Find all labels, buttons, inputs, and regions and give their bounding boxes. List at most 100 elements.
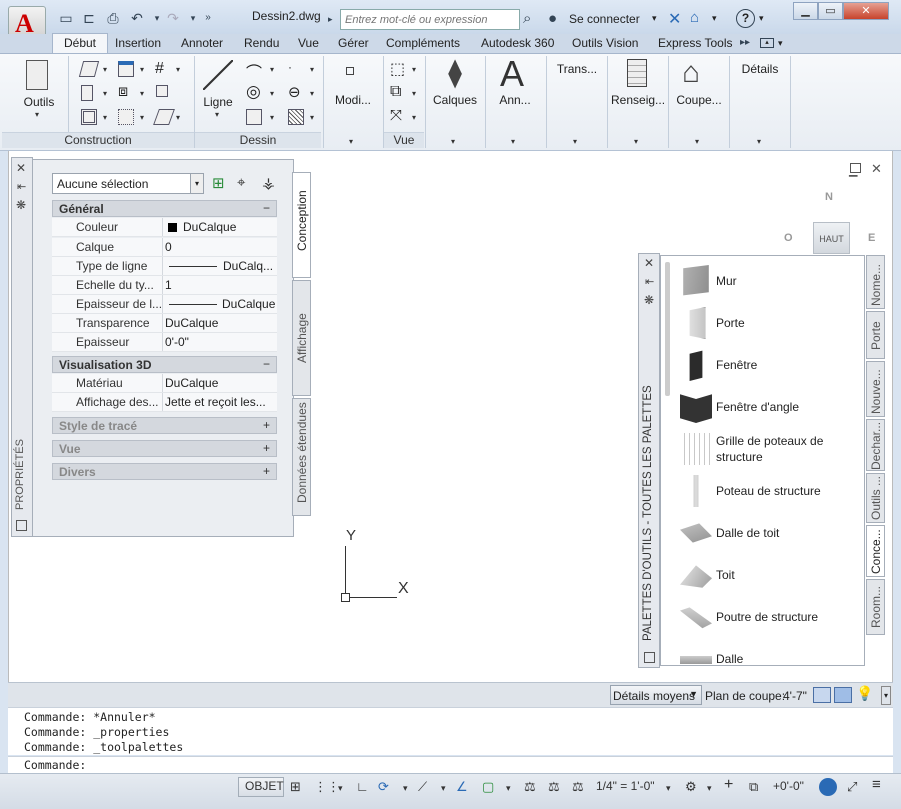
grid-tool-icon[interactable]: #: [155, 60, 164, 78]
tab-outils-vision[interactable]: Outils Vision: [572, 36, 638, 50]
undo-icon[interactable]: ↶: [128, 9, 146, 27]
light-bulb-icon[interactable]: 💡: [856, 685, 873, 702]
tool-dalle[interactable]: Dalle: [680, 648, 860, 664]
polar-tracking-icon[interactable]: ∠: [456, 779, 468, 795]
viewport-close-icon[interactable]: ✕: [871, 161, 882, 177]
door-tool-icon[interactable]: [81, 85, 93, 101]
property-row-calque[interactable]: Calque 0: [52, 238, 277, 257]
visual-style-dropdown-icon[interactable]: ▾: [412, 89, 416, 98]
annotation-visibility-icon[interactable]: [834, 687, 852, 703]
open-folder-icon[interactable]: ⊏: [80, 9, 98, 27]
search-input[interactable]: [340, 9, 520, 30]
clean-screen-icon[interactable]: ⤢: [847, 779, 857, 795]
autodesk-360-icon[interactable]: ⌂: [690, 9, 699, 26]
tab-debut[interactable]: Début: [52, 33, 108, 54]
tool-mur[interactable]: Mur: [680, 261, 860, 301]
point-dropdown-icon[interactable]: ▾: [310, 65, 314, 74]
hatch-dropdown-icon[interactable]: ▾: [310, 113, 314, 122]
user-icon[interactable]: ●: [548, 10, 557, 27]
section-dropdown-icon[interactable]: ▾: [695, 137, 699, 146]
layers-icon[interactable]: ⧫: [438, 56, 472, 89]
line-button[interactable]: Ligne: [198, 95, 238, 109]
annotation-icon[interactable]: A: [500, 53, 524, 95]
tab-conce[interactable]: Conce...: [866, 525, 885, 577]
ribbon-minimize-icon[interactable]: ▴: [760, 38, 774, 48]
tool-fenetre[interactable]: Fenêtre: [680, 345, 860, 385]
grid-display-icon[interactable]: ⊞: [290, 779, 301, 795]
outils-dropdown-icon[interactable]: ▾: [35, 110, 39, 119]
collapse-icon[interactable]: −: [263, 201, 270, 215]
search-expand-icon[interactable]: ▸: [328, 14, 333, 25]
tab-affichage[interactable]: Affichage: [292, 280, 311, 396]
panel-vue-label[interactable]: Vue: [384, 132, 424, 148]
close-window-button[interactable]: ✕: [843, 2, 889, 20]
rectangle-dropdown-icon[interactable]: ▾: [270, 113, 274, 122]
section-house-icon[interactable]: ⌂: [682, 56, 700, 90]
section-visualisation-3d[interactable]: Visualisation 3D −: [52, 356, 277, 373]
tool-palette-settings-icon[interactable]: ❋: [644, 293, 654, 307]
tab-conception[interactable]: Conception: [292, 172, 311, 278]
line-icon[interactable]: [203, 60, 233, 90]
circle-dropdown-icon[interactable]: ▾: [270, 89, 274, 98]
properties-close-icon[interactable]: ✕: [16, 161, 26, 175]
tool-dalle-toit[interactable]: Dalle de toit: [680, 513, 860, 553]
tab-outils[interactable]: Outils ...: [866, 473, 885, 523]
dynamic-input-icon[interactable]: ⟳: [378, 779, 389, 795]
polyline-icon[interactable]: ⌒: [246, 59, 262, 83]
tab-insertion[interactable]: Insertion: [115, 36, 161, 50]
view-dropdown-icon[interactable]: ▾: [412, 65, 416, 74]
modify-button[interactable]: Modi...: [330, 93, 376, 107]
property-row-couleur[interactable]: Couleur DuCalque: [52, 218, 277, 237]
more-quick-access-icon[interactable]: »: [199, 9, 217, 27]
command-input[interactable]: Commande:: [8, 756, 893, 773]
tool-palette-autohide-icon[interactable]: ⇤: [645, 275, 654, 288]
selection-dropdown-arrow-icon[interactable]: ▾: [190, 173, 204, 194]
modify-dropdown-icon[interactable]: ▾: [349, 137, 353, 146]
ellipse-icon[interactable]: ⊖: [288, 83, 301, 101]
tool-poutre-structure[interactable]: Poutre de structure: [680, 597, 860, 637]
tab-nome[interactable]: Nome...: [866, 255, 885, 309]
slab-dropdown-icon[interactable]: ▾: [176, 113, 180, 122]
view-cube-icon[interactable]: ⬚: [390, 59, 405, 79]
tab-vue[interactable]: Vue: [298, 36, 319, 50]
circle-icon[interactable]: ◎: [246, 82, 261, 102]
stair-tool-icon[interactable]: ⧈: [118, 83, 128, 101]
elevation-value[interactable]: +0'-0": [773, 779, 804, 793]
exchange-icon[interactable]: ✕: [668, 9, 681, 29]
property-row-echelle[interactable]: Echelle du ty... 1: [52, 276, 277, 295]
surface-hatch-icon[interactable]: [813, 687, 831, 703]
layers-button[interactable]: Calques: [430, 93, 480, 107]
inquiry-button[interactable]: Renseig...: [611, 93, 665, 107]
plus-icon[interactable]: +: [724, 776, 733, 794]
minimize-button[interactable]: ▁: [793, 2, 818, 20]
rectangle-icon[interactable]: [246, 109, 262, 125]
layers-dropdown-icon[interactable]: ▾: [451, 137, 455, 146]
space-dropdown-icon[interactable]: ▾: [140, 113, 144, 122]
tab-complements[interactable]: Compléments: [386, 36, 460, 50]
property-row-epaisseur-ligne[interactable]: Epaisseur de l... DuCalque: [52, 295, 277, 314]
new-file-icon[interactable]: ▭: [57, 9, 75, 27]
annotation-button[interactable]: Ann...: [492, 93, 538, 107]
selection-dropdown[interactable]: Aucune sélection: [52, 173, 204, 194]
inquiry-calculator-icon[interactable]: [627, 59, 647, 87]
tab-porte[interactable]: Porte: [866, 311, 885, 359]
tab-nouve[interactable]: Nouve...: [866, 361, 885, 417]
tab-dechar[interactable]: Dechar...: [866, 419, 885, 471]
ellipse-dropdown-icon[interactable]: ▾: [310, 89, 314, 98]
details-dropdown-icon[interactable]: ▾: [757, 137, 761, 146]
zoom-dropdown-icon[interactable]: ▾: [412, 113, 416, 122]
viewport-restore-icon[interactable]: [850, 163, 861, 173]
snap-mode-icon[interactable]: ⋮⋮: [314, 779, 340, 795]
tool-palette-close-icon[interactable]: ✕: [644, 256, 654, 270]
curtain-wall-icon[interactable]: [81, 109, 97, 125]
tool-toit[interactable]: Toit: [680, 555, 860, 595]
hardware-acceleration-icon[interactable]: [819, 778, 837, 796]
annotation-visibility-status-icon[interactable]: ⚖: [524, 779, 536, 795]
sign-in-button[interactable]: Se connecter: [569, 12, 640, 26]
tab-gerer[interactable]: Gérer: [338, 36, 369, 50]
details-button[interactable]: Détails: [736, 62, 784, 76]
curtain-wall-dropdown-icon[interactable]: ▾: [103, 113, 107, 122]
sign-in-dropdown-icon[interactable]: ▾: [652, 13, 657, 24]
status-menu-icon[interactable]: ▾: [881, 686, 891, 705]
help-dropdown-icon[interactable]: ▾: [759, 13, 764, 24]
